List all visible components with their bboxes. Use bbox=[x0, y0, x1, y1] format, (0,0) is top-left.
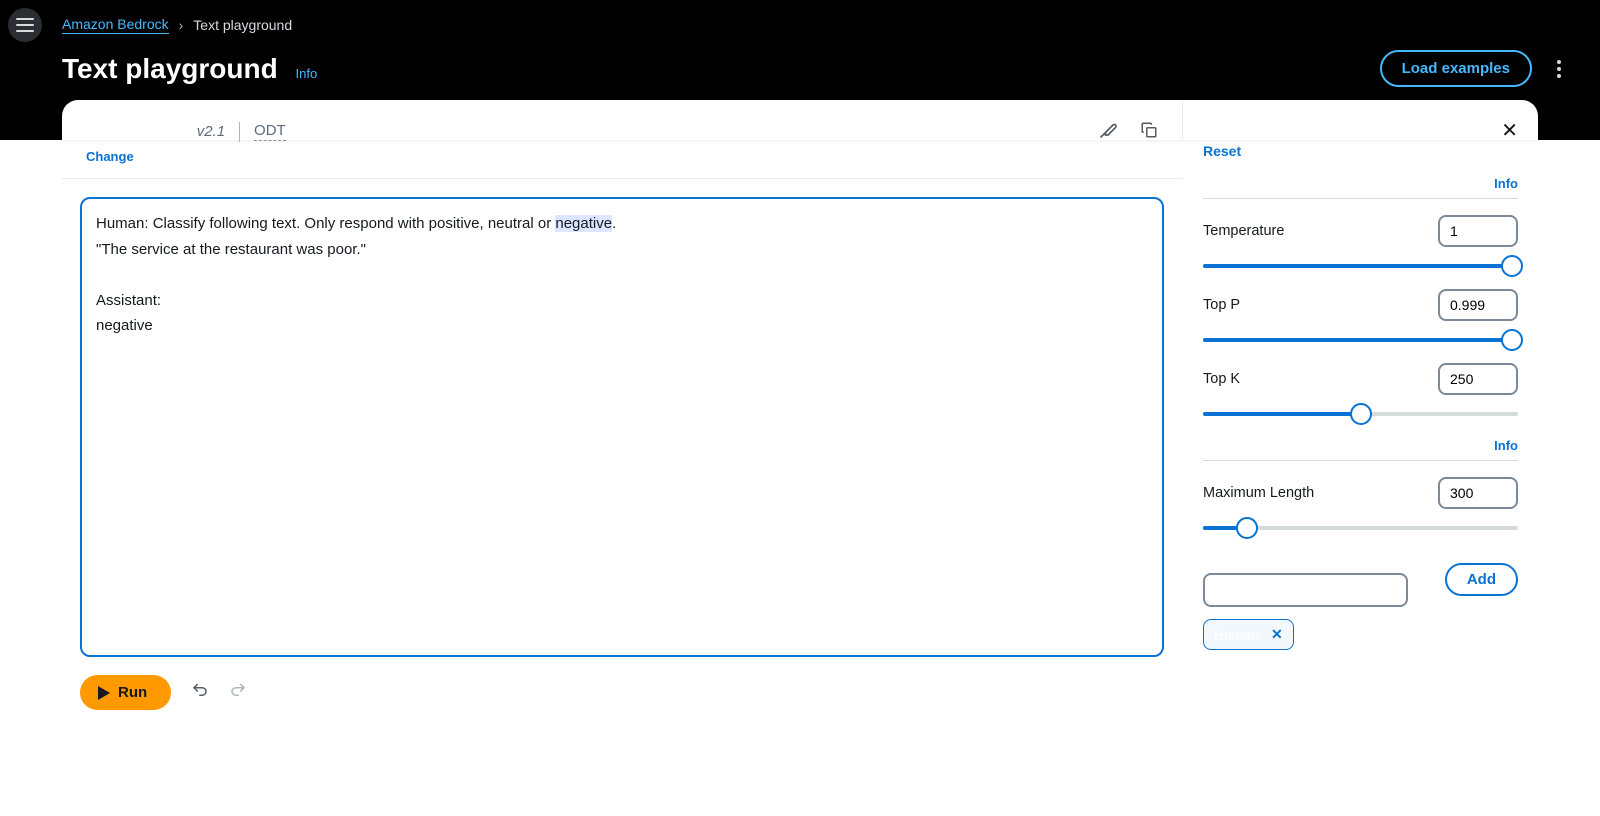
prompt-highlight: negative bbox=[555, 215, 612, 232]
breadcrumb: Amazon Bedrock › Text playground bbox=[62, 16, 292, 34]
top-k-label: Top K bbox=[1203, 371, 1240, 387]
top-p-label: Top P bbox=[1203, 297, 1240, 313]
config-title: Configurations bbox=[1203, 118, 1345, 141]
clear-icon[interactable] bbox=[1098, 120, 1118, 145]
run-button[interactable]: Run bbox=[80, 675, 171, 710]
provider-logo: A\ bbox=[86, 121, 102, 142]
breadcrumb-current: Text playground bbox=[193, 17, 292, 33]
hamburger-icon bbox=[16, 18, 34, 32]
breadcrumb-root[interactable]: Amazon Bedrock bbox=[62, 16, 169, 34]
model-badge[interactable]: ODT bbox=[254, 122, 286, 141]
menu-button[interactable] bbox=[8, 8, 42, 42]
run-button-label: Run bbox=[118, 684, 147, 701]
top-k-input[interactable] bbox=[1438, 363, 1518, 395]
reset-link[interactable]: Reset bbox=[1203, 143, 1345, 159]
max-length-input[interactable] bbox=[1438, 477, 1518, 509]
change-model-link[interactable]: Change bbox=[86, 149, 286, 164]
chevron-right-icon: › bbox=[179, 17, 184, 33]
section-randomness-header[interactable]: ▼ Randomness and diversity Info bbox=[1203, 175, 1518, 199]
prompt-text: Human: Classify following text. Only res… bbox=[96, 215, 555, 232]
temperature-slider[interactable] bbox=[1203, 259, 1518, 273]
stop-token: Human: ✕ bbox=[1203, 619, 1294, 650]
more-actions-button[interactable] bbox=[1550, 60, 1568, 78]
top-p-input[interactable] bbox=[1438, 289, 1518, 321]
playground-card: A\ Claude v2.1 ODT Change bbox=[62, 100, 1538, 140]
play-icon bbox=[98, 686, 110, 700]
temperature-label: Temperature bbox=[1203, 223, 1284, 239]
divider bbox=[239, 122, 240, 142]
load-examples-button[interactable]: Load examples bbox=[1380, 50, 1532, 87]
stop-sequence-input[interactable] bbox=[1203, 573, 1408, 607]
page-title: Text playground Info bbox=[62, 53, 317, 85]
close-config-button[interactable]: ✕ bbox=[1501, 118, 1518, 143]
prompt-text: . bbox=[612, 215, 616, 232]
max-length-label: Maximum Length bbox=[1203, 485, 1314, 501]
add-stop-button[interactable]: Add bbox=[1445, 563, 1518, 596]
max-length-slider[interactable] bbox=[1203, 521, 1518, 535]
section-title: Length bbox=[1222, 437, 1272, 454]
caret-down-icon: ▼ bbox=[1203, 440, 1214, 452]
section-title: Randomness and diversity bbox=[1222, 175, 1413, 192]
section-info-link[interactable]: Info bbox=[1494, 176, 1518, 191]
undo-button[interactable] bbox=[191, 681, 209, 704]
temperature-input[interactable] bbox=[1438, 215, 1518, 247]
section-info-link[interactable]: Info bbox=[1494, 438, 1518, 453]
remove-stop-token[interactable]: ✕ bbox=[1271, 626, 1283, 643]
prompt-text: "The service at the restaurant was poor.… bbox=[96, 237, 1148, 263]
prompt-text: Assistant: bbox=[96, 288, 1148, 314]
page-info-link[interactable]: Info bbox=[296, 66, 318, 81]
section-length-header[interactable]: ▼ Length Info bbox=[1203, 437, 1518, 461]
stop-sequences-label: Stop sequences bbox=[1203, 551, 1433, 567]
redo-button[interactable] bbox=[229, 681, 247, 704]
model-version: v2.1 bbox=[197, 123, 225, 140]
prompt-input[interactable]: Human: Classify following text. Only res… bbox=[80, 197, 1164, 657]
top-k-slider[interactable] bbox=[1203, 407, 1518, 421]
stop-token-text: Human: bbox=[1214, 627, 1263, 643]
page-title-text: Text playground bbox=[62, 53, 278, 84]
prompt-text: negative bbox=[96, 313, 1148, 339]
model-name: Claude bbox=[116, 120, 183, 143]
top-p-slider[interactable] bbox=[1203, 333, 1518, 347]
caret-down-icon: ▼ bbox=[1203, 178, 1214, 190]
copy-icon[interactable] bbox=[1140, 121, 1158, 144]
